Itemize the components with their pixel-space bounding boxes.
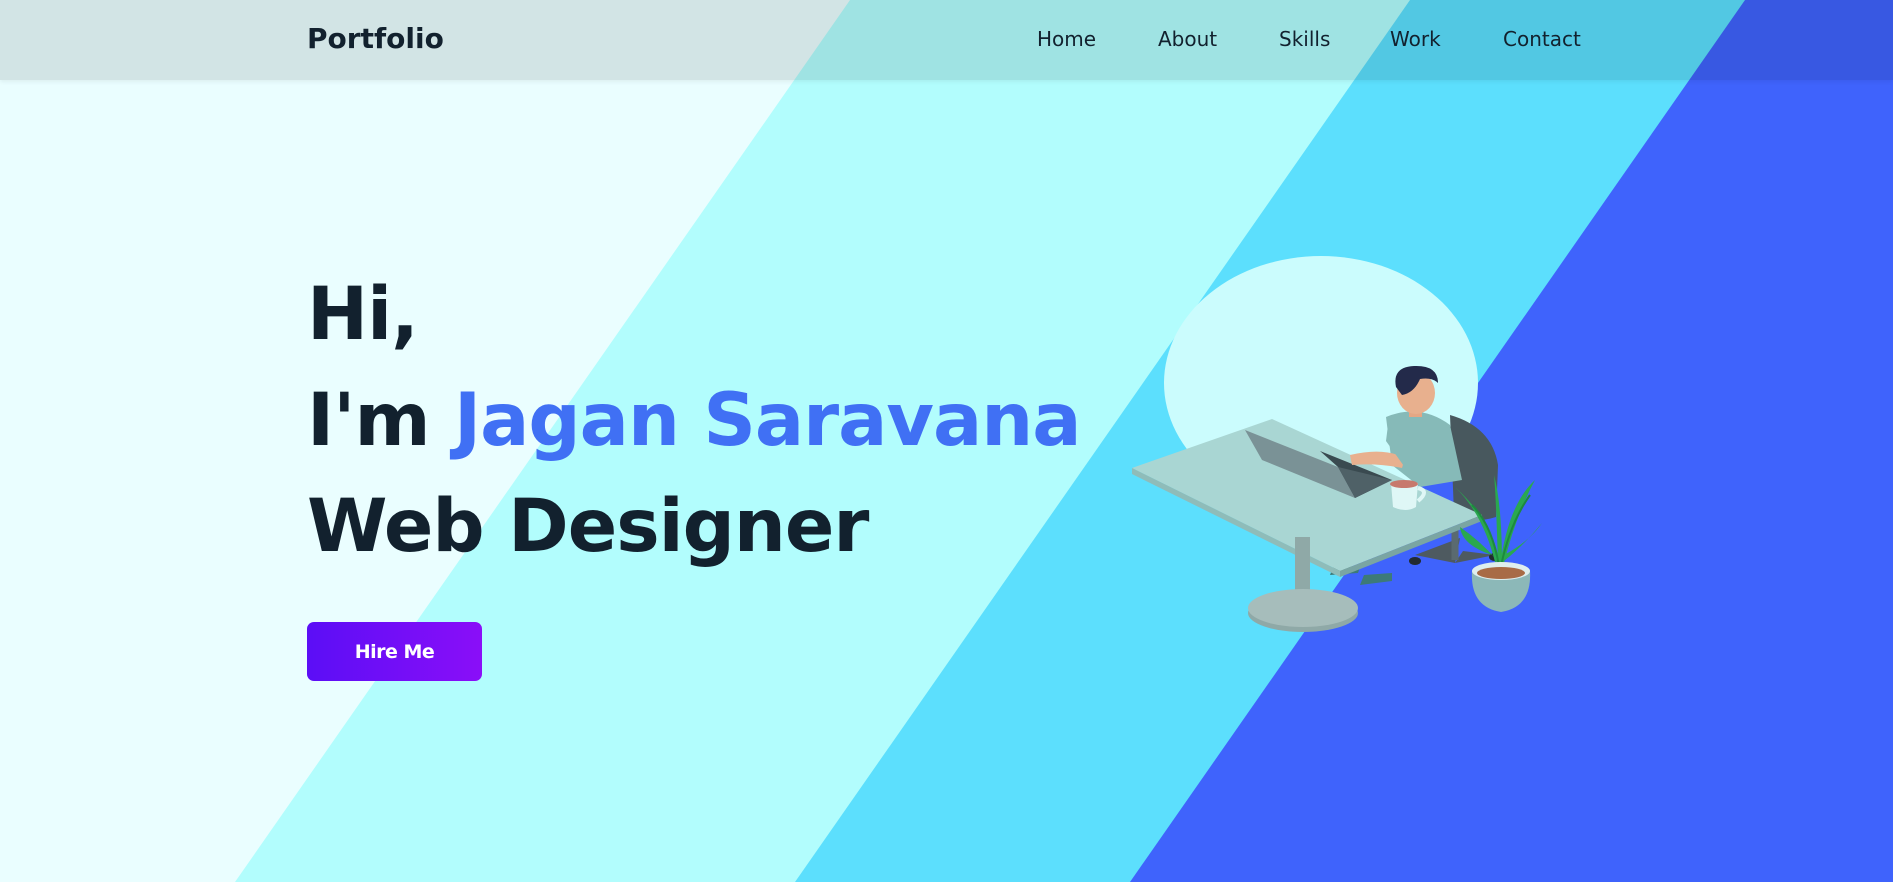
site-header: Portfolio Home About Skills Work Contact — [0, 0, 1893, 80]
hero-intro: I'm Jagan Saravana — [307, 368, 1081, 474]
hero-greeting: Hi, — [307, 272, 419, 357]
hire-me-button[interactable]: Hire Me — [307, 622, 482, 681]
nav-about-link[interactable]: About — [1158, 24, 1217, 54]
nav-skills-link[interactable]: Skills — [1279, 24, 1330, 54]
hero-intro-prefix: I'm — [307, 378, 454, 463]
person-working-at-laptop-desk-illustration — [1132, 256, 1542, 632]
hero-section: Hi, I'm Jagan Saravana Web Designer — [307, 262, 1081, 580]
logo[interactable]: Portfolio — [307, 20, 444, 58]
nav-home-link[interactable]: Home — [1037, 24, 1096, 54]
nav-contact-link[interactable]: Contact — [1503, 24, 1581, 54]
hero-name: Jagan Saravana — [454, 378, 1081, 463]
nav-work-link[interactable]: Work — [1390, 24, 1441, 54]
hero-role: Web Designer — [307, 484, 869, 569]
